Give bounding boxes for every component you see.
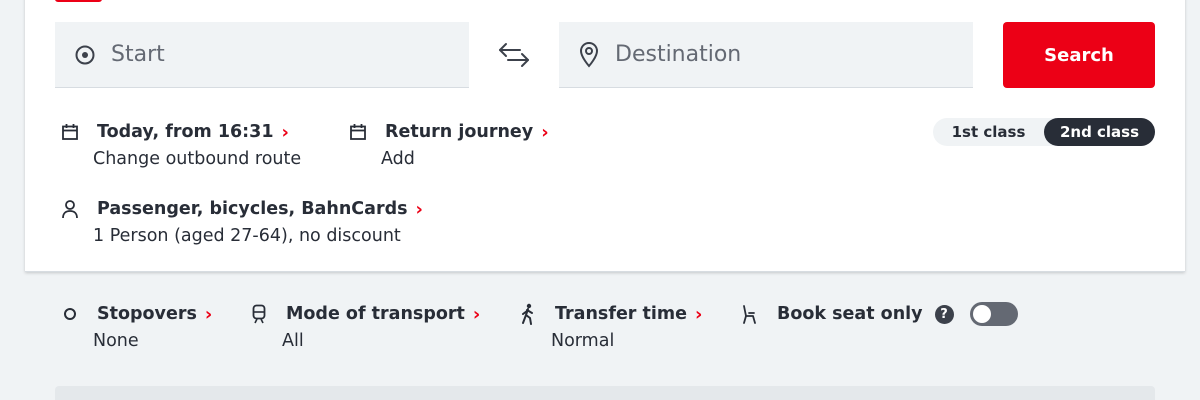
person-icon: [59, 198, 81, 220]
return-title: Return journey: [385, 122, 534, 142]
passengers-title: Passenger, bicycles, BahnCards: [97, 199, 408, 219]
results-panel: [55, 386, 1155, 400]
outbound-title: Today, from 16:31: [97, 122, 274, 142]
transfer-time-filter[interactable]: Transfer time › Normal: [521, 302, 702, 351]
circle-icon: [59, 303, 81, 325]
book-seat-only-filter: Book seat only ?: [743, 302, 1018, 326]
first-class-option[interactable]: 1st class: [933, 118, 1044, 146]
calendar-icon: [59, 121, 81, 143]
calendar-icon: [347, 121, 369, 143]
divider: [25, 271, 1185, 272]
swap-button[interactable]: [494, 38, 534, 72]
mode-value: All: [282, 331, 304, 351]
chevron-right-icon: ›: [541, 121, 549, 143]
transfer-value: Normal: [551, 331, 615, 351]
chevron-right-icon: ›: [281, 121, 289, 143]
walking-icon: [517, 303, 539, 325]
swap-arrows-icon: [499, 43, 529, 67]
chevron-right-icon: ›: [695, 303, 703, 325]
outbound-option[interactable]: Today, from 16:31 › Change outbound rout…: [62, 120, 302, 169]
destination-input[interactable]: [615, 42, 955, 67]
mode-of-transport-filter[interactable]: Mode of transport › All: [252, 302, 480, 351]
mode-title: Mode of transport: [286, 304, 465, 324]
seat-only-toggle[interactable]: [969, 302, 1018, 326]
search-button[interactable]: Search: [1003, 22, 1155, 88]
stopovers-filter[interactable]: Stopovers › None: [63, 302, 212, 351]
target-icon: [73, 43, 97, 67]
seat-title: Book seat only: [777, 304, 923, 324]
help-icon[interactable]: ?: [934, 304, 954, 324]
start-field[interactable]: [55, 22, 469, 88]
return-option[interactable]: Return journey › Add: [350, 120, 549, 169]
chevron-right-icon: ›: [472, 303, 481, 325]
travel-class-toggle[interactable]: 1st class 2nd class: [933, 118, 1155, 146]
outbound-subtitle: Change outbound route: [93, 149, 302, 169]
second-class-option[interactable]: 2nd class: [1044, 118, 1155, 146]
stopovers-value: None: [93, 331, 139, 351]
return-subtitle: Add: [381, 149, 415, 169]
passengers-option[interactable]: Passenger, bicycles, BahnCards › 1 Perso…: [62, 197, 423, 246]
chevron-right-icon: ›: [204, 303, 213, 325]
destination-field[interactable]: [559, 22, 973, 88]
passengers-subtitle: 1 Person (aged 27-64), no discount: [93, 226, 401, 246]
chevron-right-icon: ›: [415, 198, 423, 220]
toggle-knob: [972, 305, 991, 323]
brand-accent-tab: [55, 0, 102, 2]
train-icon: [248, 303, 270, 325]
location-pin-icon: [577, 41, 601, 68]
start-input[interactable]: [111, 42, 451, 67]
transfer-title: Transfer time: [555, 304, 688, 324]
seat-icon: [739, 303, 761, 325]
stopovers-title: Stopovers: [97, 304, 197, 324]
